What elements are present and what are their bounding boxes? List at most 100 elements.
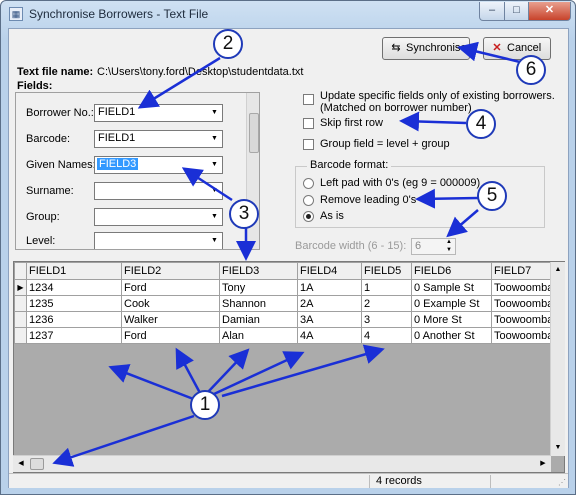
text-file-name-label: Text file name: bbox=[17, 66, 94, 78]
scroll-thumb[interactable] bbox=[249, 113, 259, 153]
table-row[interactable]: 1236 Walker Damian 3A 3 0 More St Toowoo… bbox=[14, 311, 564, 328]
table-cell[interactable]: 1237 bbox=[26, 327, 122, 344]
table-cell[interactable]: 1236 bbox=[26, 311, 122, 328]
sync-icon: ⇆ bbox=[391, 42, 401, 54]
cancel-button[interactable]: ✕ Cancel bbox=[483, 37, 551, 60]
scroll-down-icon[interactable]: ▼ bbox=[551, 440, 565, 456]
column-header[interactable]: FIELD4 bbox=[297, 262, 362, 280]
grid-header-row: FIELD1 FIELD2 FIELD3 FIELD4 FIELD5 FIELD… bbox=[14, 262, 564, 280]
left-pad-radio[interactable] bbox=[303, 178, 314, 189]
title-bar: ▦ Synchronise Borrowers - Text File – □ … bbox=[1, 1, 575, 27]
resize-grip-icon[interactable]: ⋰ bbox=[558, 478, 566, 487]
callout-4: 4 bbox=[466, 109, 496, 139]
level-select[interactable]: ▼ bbox=[94, 232, 223, 249]
table-cell[interactable]: 0 Sample St bbox=[411, 279, 492, 296]
chevron-down-icon[interactable]: ▼ bbox=[207, 131, 222, 147]
table-cell[interactable]: Cook bbox=[121, 295, 220, 312]
given-names-select[interactable]: FIELD3 ▼ bbox=[94, 156, 223, 174]
column-header[interactable]: FIELD6 bbox=[411, 262, 492, 280]
callout-5: 5 bbox=[477, 181, 507, 211]
group-field-label: Group field = level + group bbox=[320, 138, 450, 150]
table-cell[interactable]: Walker bbox=[121, 311, 220, 328]
scroll-up-icon[interactable]: ▲ bbox=[551, 262, 565, 278]
update-specific-note: (Matched on borrower number) bbox=[320, 102, 472, 114]
borrower-no-select[interactable]: FIELD1 ▼ bbox=[94, 104, 223, 122]
table-cell[interactable]: 4 bbox=[361, 327, 412, 344]
table-cell[interactable]: Damian bbox=[219, 311, 298, 328]
update-specific-checkbox[interactable] bbox=[303, 94, 314, 105]
close-window-button[interactable]: ✕ bbox=[528, 2, 571, 21]
table-cell[interactable]: 0 Another St bbox=[411, 327, 492, 344]
table-cell[interactable]: 1235 bbox=[26, 295, 122, 312]
dialog-body: ⇆ Synchronise ✕ Cancel Text file name: C:\… bbox=[8, 28, 569, 488]
scroll-right-icon[interactable]: ▶ bbox=[535, 456, 551, 472]
callout-6: 6 bbox=[516, 55, 546, 85]
data-grid: FIELD1 FIELD2 FIELD3 FIELD4 FIELD5 FIELD… bbox=[13, 261, 565, 473]
maximize-button[interactable]: □ bbox=[504, 2, 529, 21]
row-header bbox=[14, 295, 27, 312]
row-header bbox=[14, 311, 27, 328]
group-select[interactable]: ▼ bbox=[94, 208, 223, 226]
table-cell[interactable]: Alan bbox=[219, 327, 298, 344]
chevron-down-icon[interactable]: ▼ bbox=[207, 105, 222, 121]
table-row[interactable]: ▶ 1234 Ford Tony 1A 1 0 Sample St Toowoo… bbox=[14, 279, 564, 296]
fields-panel: Borrower No.: FIELD1 ▼ Barcode: FIELD1 ▼… bbox=[15, 92, 260, 250]
barcode-value: FIELD1 bbox=[98, 132, 136, 144]
barcode-width-spinner[interactable]: 6 ▲ ▼ bbox=[411, 238, 456, 255]
chevron-down-icon[interactable]: ▼ bbox=[207, 233, 222, 249]
grid-horizontal-scrollbar[interactable]: ◀ ▶ bbox=[13, 455, 551, 472]
surname-select[interactable]: ▼ bbox=[94, 182, 223, 200]
current-row-indicator-icon: ▶ bbox=[14, 279, 27, 296]
table-cell[interactable]: 1234 bbox=[26, 279, 122, 296]
table-cell[interactable]: 2A bbox=[297, 295, 362, 312]
chevron-down-icon[interactable]: ▼ bbox=[207, 209, 222, 225]
table-cell[interactable]: 3 bbox=[361, 311, 412, 328]
skip-first-row-label: Skip first row bbox=[320, 117, 383, 129]
synchronise-button[interactable]: ⇆ Synchronise bbox=[382, 37, 470, 60]
chevron-down-icon[interactable]: ▼ bbox=[207, 183, 222, 199]
table-cell[interactable]: 0 Example St bbox=[411, 295, 492, 312]
barcode-width-value: 6 bbox=[415, 240, 422, 252]
spin-down-icon[interactable]: ▼ bbox=[443, 247, 455, 254]
table-cell[interactable]: 4A bbox=[297, 327, 362, 344]
table-cell[interactable]: Tony bbox=[219, 279, 298, 296]
record-count: 4 records bbox=[369, 475, 489, 488]
remove-leading-label: Remove leading 0's bbox=[320, 194, 417, 206]
column-header[interactable]: FIELD3 bbox=[219, 262, 298, 280]
remove-leading-radio[interactable] bbox=[303, 195, 314, 206]
chevron-down-icon[interactable]: ▼ bbox=[207, 157, 222, 173]
scroll-left-icon[interactable]: ◀ bbox=[13, 456, 29, 472]
table-cell[interactable]: Ford bbox=[121, 279, 220, 296]
text-file-path: C:\Users\tony.ford\Desktop\studentdata.t… bbox=[97, 66, 304, 78]
borrower-no-label: Borrower No.: bbox=[26, 107, 94, 119]
table-cell[interactable]: 0 More St bbox=[411, 311, 492, 328]
column-header[interactable]: FIELD1 bbox=[26, 262, 122, 280]
column-header[interactable]: FIELD2 bbox=[121, 262, 220, 280]
table-cell[interactable]: 1A bbox=[297, 279, 362, 296]
group-field-checkbox[interactable] bbox=[303, 139, 314, 150]
barcode-width-label: Barcode width (6 - 15): bbox=[295, 240, 407, 252]
table-row[interactable]: 1237 Ford Alan 4A 4 0 Another St Toowoom… bbox=[14, 327, 564, 344]
skip-first-row-checkbox[interactable] bbox=[303, 118, 314, 129]
table-cell[interactable]: 2 bbox=[361, 295, 412, 312]
spin-up-icon[interactable]: ▲ bbox=[443, 239, 455, 246]
table-cell[interactable]: Ford bbox=[121, 327, 220, 344]
barcode-select[interactable]: FIELD1 ▼ bbox=[94, 130, 223, 148]
row-header-corner bbox=[14, 262, 27, 280]
table-cell[interactable]: 3A bbox=[297, 311, 362, 328]
fields-heading: Fields: bbox=[17, 80, 53, 92]
surname-label: Surname: bbox=[26, 185, 74, 197]
table-cell[interactable]: Shannon bbox=[219, 295, 298, 312]
as-is-radio[interactable] bbox=[303, 211, 314, 222]
scroll-thumb[interactable] bbox=[30, 458, 44, 470]
callout-1: 1 bbox=[190, 390, 220, 420]
x-icon: ✕ bbox=[492, 42, 502, 54]
minimize-button[interactable]: – bbox=[479, 2, 505, 21]
table-row[interactable]: 1235 Cook Shannon 2A 2 0 Example St Toow… bbox=[14, 295, 564, 312]
callout-2: 2 bbox=[213, 29, 243, 59]
table-cell[interactable]: 1 bbox=[361, 279, 412, 296]
as-is-label: As is bbox=[320, 210, 344, 222]
grid-vertical-scrollbar[interactable]: ▲ ▼ bbox=[550, 262, 565, 456]
column-header[interactable]: FIELD5 bbox=[361, 262, 412, 280]
level-label: Level: bbox=[26, 235, 56, 247]
